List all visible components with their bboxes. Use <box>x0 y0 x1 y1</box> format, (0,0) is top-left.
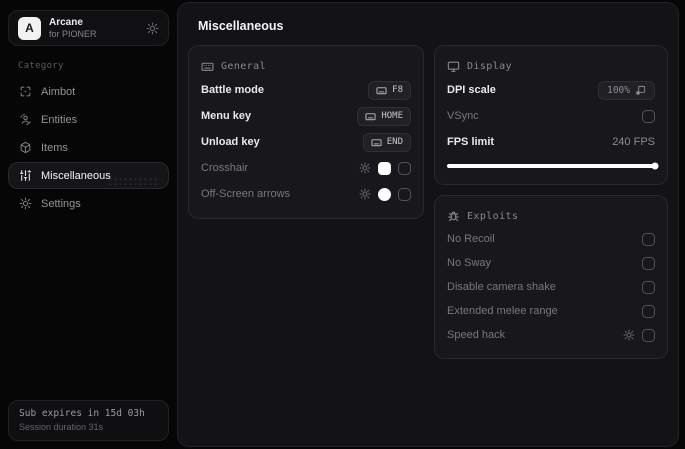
setting-label: Extended melee range <box>447 305 558 317</box>
sidebar-nav: Aimbot Entities Items Miscellaneous Sett… <box>8 78 169 217</box>
setting-label: FPS limit <box>447 136 495 148</box>
setting-label: Crosshair <box>201 162 249 174</box>
vsync-checkbox[interactable] <box>642 109 655 123</box>
setting-label: Off-Screen arrows <box>201 188 291 200</box>
sidebar-item-settings[interactable]: Settings <box>8 190 169 217</box>
disable-camera-shake-checkbox[interactable] <box>642 280 655 294</box>
scale-icon <box>635 85 646 96</box>
keyboard-icon <box>376 85 387 96</box>
keybind-value: END <box>386 137 403 147</box>
keyboard-icon <box>371 137 382 148</box>
gear-icon[interactable] <box>146 22 159 35</box>
keybind-badge[interactable]: END <box>362 132 411 152</box>
sidebar: A Arcane for PIONER Category Aimbot Enti… <box>0 0 177 449</box>
setting-row-no-recoil: No Recoil <box>447 227 655 251</box>
gear-icon[interactable] <box>359 162 371 174</box>
gear-icon <box>19 197 32 210</box>
slider-knob[interactable] <box>651 162 659 170</box>
card-title: Exploits <box>467 210 519 222</box>
sub-expiry-text: Sub expires in 15d 03h <box>19 408 145 419</box>
setting-row-speed-hack: Speed hack <box>447 323 655 347</box>
setting-label: No Recoil <box>447 233 495 245</box>
no-recoil-checkbox[interactable] <box>642 232 655 246</box>
slider-fill <box>447 164 655 168</box>
setting-label: Battle mode <box>201 84 264 96</box>
selected-item-dots-decoration <box>108 177 160 185</box>
setting-row-extended-melee-range: Extended melee range <box>447 299 655 323</box>
no-sway-checkbox[interactable] <box>642 256 655 270</box>
gear-icon[interactable] <box>623 329 635 341</box>
keybind-value: F8 <box>392 85 403 95</box>
sidebar-item-entities[interactable]: Entities <box>8 106 169 133</box>
sidebar-item-items[interactable]: Items <box>8 134 169 161</box>
category-label: Category <box>18 61 64 71</box>
color-swatch[interactable] <box>378 161 391 175</box>
card-title: General <box>221 60 266 72</box>
gear-icon[interactable] <box>359 188 371 200</box>
app-name: Arcane <box>49 17 83 29</box>
setting-label: No Sway <box>447 257 492 269</box>
crosshair-scan-icon <box>19 85 32 98</box>
monitor-icon <box>447 60 460 73</box>
dpi-scale-value: 100% <box>607 84 630 96</box>
sliders-icon <box>19 169 32 182</box>
color-swatch[interactable] <box>378 187 391 201</box>
cube-icon <box>19 141 32 154</box>
session-duration-text: Session duration 31s <box>19 422 104 432</box>
setting-label: Disable camera shake <box>447 281 556 293</box>
sidebar-item-miscellaneous[interactable]: Miscellaneous <box>8 162 169 189</box>
keybind-badge[interactable]: F8 <box>368 80 411 100</box>
keybind-value: HOME <box>381 111 403 121</box>
setting-row-unload-key: Unload key END <box>201 129 411 155</box>
slider-track <box>447 162 659 170</box>
sidebar-item-label: Aimbot <box>41 85 76 98</box>
display-card: Display DPI scale 100% VSync FPS limit 2… <box>434 45 668 185</box>
brand-text: Arcane for PIONER <box>49 17 138 39</box>
app-logo: A <box>18 16 41 40</box>
setting-label: Speed hack <box>447 329 506 341</box>
fps-limit-slider[interactable] <box>447 162 659 170</box>
crosshair-checkbox[interactable] <box>398 161 411 175</box>
sidebar-item-label: Miscellaneous <box>41 169 111 182</box>
setting-row-no-sway: No Sway <box>447 251 655 275</box>
general-card: General Battle mode F8 Menu key HOME Unl… <box>188 45 424 219</box>
setting-row-dpi-scale: DPI scale 100% <box>447 77 655 103</box>
sidebar-item-aimbot[interactable]: Aimbot <box>8 78 169 105</box>
keyboard-icon <box>365 111 376 122</box>
app-window: A Arcane for PIONER Category Aimbot Enti… <box>0 0 685 449</box>
main-panel: Miscellaneous General Battle mode F8 Men… <box>177 2 679 447</box>
subscription-info-card: Sub expires in 15d 03h Session duration … <box>8 400 169 441</box>
keybind-badge[interactable]: HOME <box>357 106 411 126</box>
app-subtitle: for PIONER <box>49 28 97 39</box>
entities-icon <box>19 113 32 126</box>
extended-melee-range-checkbox[interactable] <box>642 304 655 318</box>
brand-card: A Arcane for PIONER <box>8 10 169 46</box>
setting-label: Unload key <box>201 136 260 148</box>
setting-row-crosshair: Crosshair <box>201 155 411 181</box>
page-title: Miscellaneous <box>198 19 284 33</box>
setting-label: Menu key <box>201 110 252 122</box>
exploits-card: Exploits No Recoil No Sway Disable camer… <box>434 195 668 359</box>
offscreen-arrows-checkbox[interactable] <box>398 187 411 201</box>
setting-row-fps-limit: FPS limit 240 FPS <box>447 129 655 155</box>
bug-icon <box>447 210 460 223</box>
speed-hack-checkbox[interactable] <box>642 328 655 342</box>
sidebar-item-label: Items <box>41 141 68 154</box>
sidebar-item-label: Settings <box>41 197 81 210</box>
dpi-scale-select[interactable]: 100% <box>598 80 655 100</box>
setting-label: DPI scale <box>447 84 496 96</box>
keyboard-icon <box>201 60 214 73</box>
card-title: Display <box>467 60 512 72</box>
setting-row-offscreen-arrows: Off-Screen arrows <box>201 181 411 207</box>
setting-row-battle-mode: Battle mode F8 <box>201 77 411 103</box>
sidebar-item-label: Entities <box>41 113 78 126</box>
fps-limit-value: 240 FPS <box>612 136 655 148</box>
setting-row-disable-camera-shake: Disable camera shake <box>447 275 655 299</box>
setting-row-menu-key: Menu key HOME <box>201 103 411 129</box>
setting-row-vsync: VSync <box>447 103 655 129</box>
setting-label: VSync <box>447 110 479 122</box>
